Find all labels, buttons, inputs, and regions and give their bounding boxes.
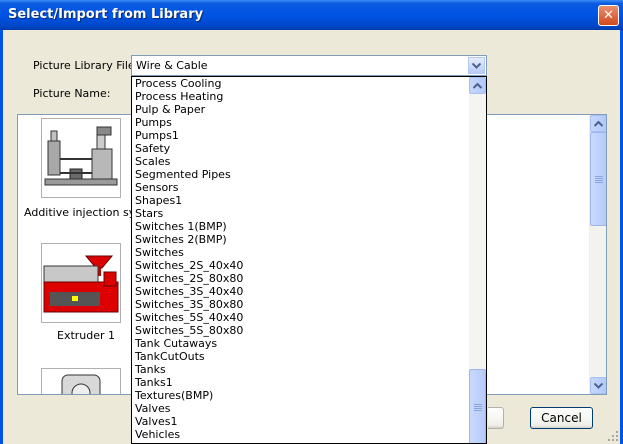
- dropdown-item[interactable]: Switches_3S_80x80: [132, 298, 470, 311]
- scroll-up-button[interactable]: [590, 115, 606, 132]
- dropdown-scroll-up-button[interactable]: [469, 77, 486, 94]
- dropdown-scrollbar[interactable]: [469, 77, 486, 443]
- dropdown-item[interactable]: Tanks1: [132, 376, 470, 389]
- library-dropdown-list[interactable]: Process Cooling Process Heating Pulp & Pap…: [131, 76, 487, 444]
- dropdown-item[interactable]: Switches_5S_80x80: [132, 324, 470, 337]
- close-icon: ✕: [603, 8, 614, 23]
- extruder-icon: [43, 255, 119, 313]
- dropdown-item[interactable]: Pumps1: [132, 129, 470, 142]
- gauge-machine-icon: [61, 374, 101, 394]
- gallery-scrollbar[interactable]: [589, 115, 606, 394]
- dropdown-item[interactable]: Textures(BMP): [132, 389, 470, 402]
- ok-button[interactable]: [488, 407, 504, 429]
- dropdown-item[interactable]: Process Cooling: [132, 77, 470, 90]
- dropdown-items: Process Cooling Process Heating Pulp & Pap…: [132, 77, 470, 443]
- thumbnail-gauge-machine[interactable]: [41, 368, 121, 394]
- dropdown-item[interactable]: Valves: [132, 402, 470, 415]
- scroll-down-button[interactable]: [590, 377, 606, 394]
- dropdown-item[interactable]: Switches_5S_40x40: [132, 311, 470, 324]
- dropdown-item[interactable]: Scales: [132, 155, 470, 168]
- scroll-thumb[interactable]: [590, 132, 606, 226]
- dropdown-item[interactable]: Safety: [132, 142, 470, 155]
- window-title: Select/Import from Library: [8, 7, 204, 22]
- dropdown-item[interactable]: Stars: [132, 207, 470, 220]
- dropdown-item[interactable]: Valves1: [132, 415, 470, 428]
- thumbnail-additive-injection[interactable]: [41, 118, 121, 198]
- dropdown-item[interactable]: Segmented Pipes: [132, 168, 470, 181]
- dropdown-item[interactable]: Process Heating: [132, 90, 470, 103]
- thumbnail-extruder-1[interactable]: [41, 243, 121, 323]
- picture-library-select[interactable]: Wire & Cable: [131, 55, 487, 76]
- chevron-up-icon: [594, 121, 603, 127]
- dropdown-item[interactable]: Tanks: [132, 363, 470, 376]
- thumbnail-label: Extruder 1: [57, 329, 116, 342]
- chevron-down-icon: [594, 383, 603, 389]
- title-bar[interactable]: Select/Import from Library ✕: [0, 0, 623, 30]
- chevron-down-icon: [472, 63, 481, 69]
- dropdown-item[interactable]: Switches_3S_40x40: [132, 285, 470, 298]
- resize-grip-icon[interactable]: [607, 430, 619, 442]
- dropdown-item[interactable]: Switches_2S_80x80: [132, 272, 470, 285]
- additive-injection-icon: [44, 126, 118, 186]
- dropdown-item[interactable]: Switches 1(BMP): [132, 220, 470, 233]
- dropdown-item[interactable]: Tank Cutaways: [132, 337, 470, 350]
- dropdown-item[interactable]: Switches_2S_40x40: [132, 259, 470, 272]
- picture-name-label: Picture Name:: [33, 87, 111, 100]
- dropdown-item[interactable]: Shapes1: [132, 194, 470, 207]
- dropdown-item[interactable]: Switches 2(BMP): [132, 233, 470, 246]
- dropdown-button[interactable]: [468, 57, 485, 74]
- dropdown-item[interactable]: Pulp & Paper: [132, 103, 470, 116]
- dropdown-item[interactable]: TankCutOuts: [132, 350, 470, 363]
- dropdown-scroll-thumb[interactable]: [469, 369, 486, 443]
- chevron-up-icon: [473, 83, 482, 89]
- dropdown-item[interactable]: Switches: [132, 246, 470, 259]
- cancel-button[interactable]: Cancel: [530, 407, 593, 429]
- dropdown-item[interactable]: Vehicles: [132, 428, 470, 441]
- dropdown-item[interactable]: Pumps: [132, 116, 470, 129]
- picture-library-value: Wire & Cable: [136, 59, 208, 72]
- dropdown-item[interactable]: Sensors: [132, 181, 470, 194]
- close-button[interactable]: ✕: [598, 5, 619, 26]
- picture-library-label: Picture Library File:: [33, 59, 139, 72]
